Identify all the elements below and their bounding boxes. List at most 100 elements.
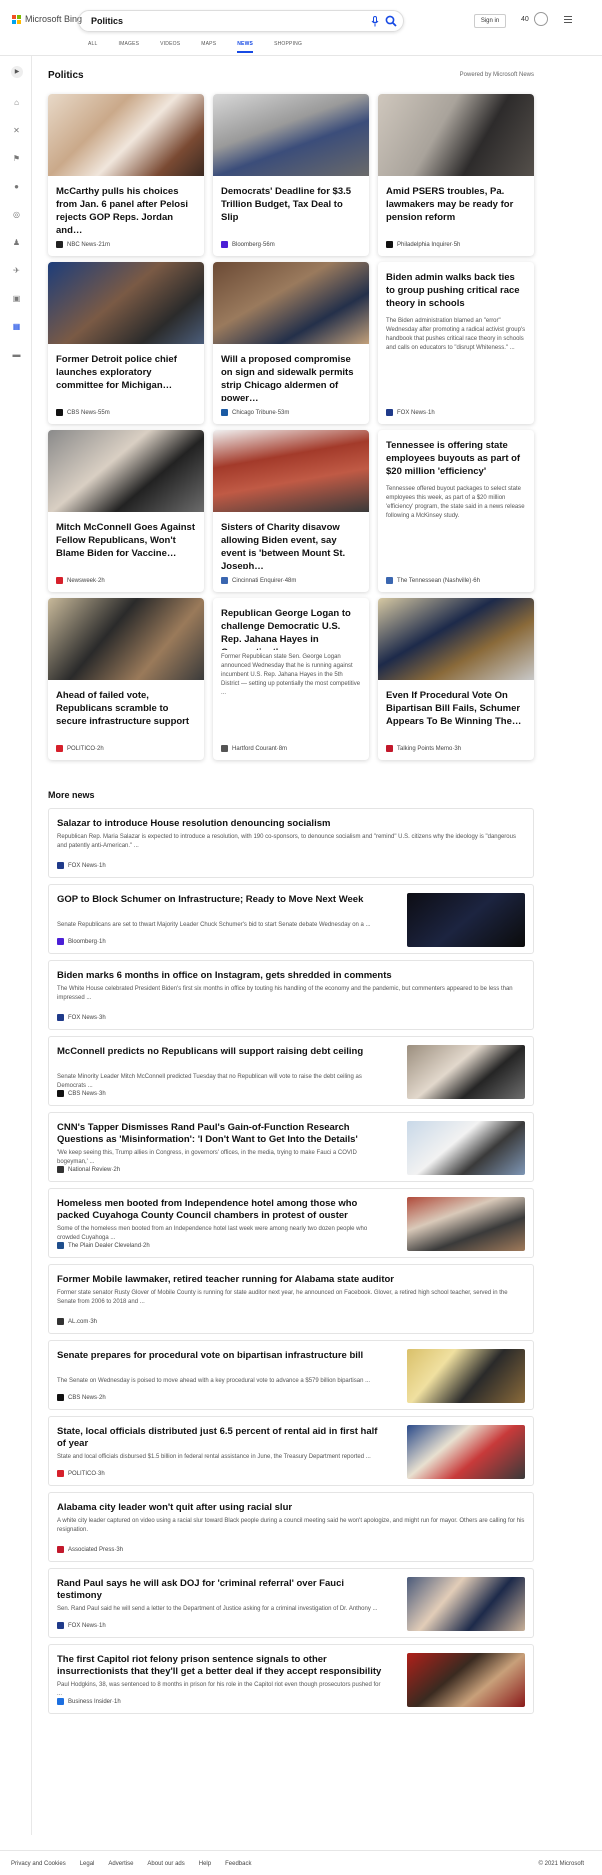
search-icon[interactable] [385,15,397,27]
politics-icon[interactable]: ▦ [12,322,21,331]
search-input[interactable]: Politics [78,10,404,32]
item-title[interactable]: Salazar to introduce House resolution de… [57,818,527,830]
item-source[interactable]: Associated Press · 3h [57,1546,123,1553]
card-source[interactable]: POLITICO · 2h [56,745,104,752]
bing-logo[interactable]: Microsoft Bing [12,14,82,24]
news-card[interactable]: Tennessee is offering state employees bu… [378,430,534,592]
item-thumbnail[interactable] [407,1653,525,1707]
item-thumbnail[interactable] [407,1349,525,1403]
card-source[interactable]: Bloomberg · 56m [221,241,275,248]
news-list-item[interactable]: Former Mobile lawmaker, retired teacher … [48,1264,534,1334]
card-title[interactable]: Tennessee is offering state employees bu… [378,430,534,482]
news-card[interactable]: Mitch McConnell Goes Against Fellow Repu… [48,430,204,592]
tab-all[interactable]: ALL [88,41,98,53]
item-thumbnail[interactable] [407,1197,525,1251]
item-source[interactable]: National Review · 2h [57,1166,120,1173]
item-source[interactable]: FOX News · 1h [57,862,106,869]
tab-shopping[interactable]: SHOPPING [274,41,302,53]
item-title[interactable]: GOP to Block Schumer on Infrastructure; … [57,894,387,906]
item-source[interactable]: The Plain Dealer Cleveland · 2h [57,1242,150,1249]
card-source[interactable]: CBS News · 55m [56,409,110,416]
item-source[interactable]: AL.com · 3h [57,1318,97,1325]
news-list-item[interactable]: CNN's Tapper Dismisses Rand Paul's Gain-… [48,1112,534,1182]
item-source[interactable]: FOX News · 1h [57,1622,106,1629]
news-list-item[interactable]: McConnell predicts no Republicans will s… [48,1036,534,1106]
flag-icon[interactable]: ⚑ [12,154,21,163]
globe-icon[interactable]: ◎ [12,210,21,219]
item-source[interactable]: CBS News · 2h [57,1394,106,1401]
news-list-item[interactable]: Senate prepares for procedural vote on b… [48,1340,534,1410]
item-title[interactable]: McConnell predicts no Republicans will s… [57,1046,387,1058]
tab-news[interactable]: NEWS [237,41,254,53]
card-title[interactable]: Amid PSERS troubles, Pa. lawmakers may b… [378,176,534,233]
news-list-item[interactable]: Rand Paul says he will ask DOJ for 'crim… [48,1568,534,1638]
item-thumbnail[interactable] [407,1045,525,1099]
microphone-icon[interactable] [371,16,379,27]
card-title[interactable]: Biden admin walks back ties to group pus… [378,262,534,314]
hamburger-menu-icon[interactable] [564,16,572,23]
item-source[interactable]: FOX News · 3h [57,1014,106,1021]
item-thumbnail[interactable] [407,1577,525,1631]
footer-link-help[interactable]: Help [199,1861,211,1867]
footer-link-advertise[interactable]: Advertise [108,1861,133,1867]
item-thumbnail[interactable] [407,1121,525,1175]
card-image[interactable] [213,430,369,512]
card-source[interactable]: Cincinnati Enquirer · 48m [221,577,296,584]
card-title[interactable]: Even If Procedural Vote On Bipartisan Bi… [378,680,534,737]
item-title[interactable]: CNN's Tapper Dismisses Rand Paul's Gain-… [57,1122,387,1146]
card-source[interactable]: Philadelphia Inquirer · 5h [386,241,460,248]
entertainment-icon[interactable]: ▣ [12,294,21,303]
news-card[interactable]: Will a proposed compromise on sign and s… [213,262,369,424]
news-list-item[interactable]: Salazar to introduce House resolution de… [48,808,534,878]
news-list-item[interactable]: State, local officials distributed just … [48,1416,534,1486]
tab-maps[interactable]: MAPS [201,41,216,53]
card-image[interactable] [378,94,534,176]
card-source[interactable]: Newsweek · 2h [56,577,105,584]
card-source[interactable]: Chicago Tribune · 53m [221,409,289,416]
news-card[interactable]: Biden admin walks back ties to group pus… [378,262,534,424]
rocket-icon[interactable]: ✈ [12,266,21,275]
card-title[interactable]: Republican George Logan to challenge Dem… [213,598,369,650]
item-title[interactable]: Biden marks 6 months in office on Instag… [57,970,527,982]
card-image[interactable] [48,262,204,344]
news-list-item[interactable]: Biden marks 6 months in office on Instag… [48,960,534,1030]
card-source[interactable]: Hartford Courant · 8m [221,745,287,752]
card-title[interactable]: Ahead of failed vote, Republicans scramb… [48,680,204,737]
news-list-item[interactable]: GOP to Block Schumer on Infrastructure; … [48,884,534,954]
card-title[interactable]: Democrats' Deadline for $3.5 Trillion Bu… [213,176,369,233]
news-list-item[interactable]: Homeless men booted from Independence ho… [48,1188,534,1258]
expand-sidebar-icon[interactable]: ▶ [11,66,23,78]
item-source[interactable]: POLITICO · 3h [57,1470,105,1477]
item-title[interactable]: State, local officials distributed just … [57,1426,387,1450]
news-card[interactable]: Ahead of failed vote, Republicans scramb… [48,598,204,760]
footer-link-feedback[interactable]: Feedback [225,1861,251,1867]
card-title[interactable]: Sisters of Charity disavow allowing Bide… [213,512,369,569]
item-title[interactable]: Rand Paul says he will ask DOJ for 'crim… [57,1578,387,1602]
tools-icon[interactable]: ✕ [12,126,21,135]
sign-in-button[interactable]: Sign in [474,14,506,28]
news-card[interactable]: Sisters of Charity disavow allowing Bide… [213,430,369,592]
item-source[interactable]: CBS News · 3h [57,1090,106,1097]
tab-videos[interactable]: VIDEOS [160,41,180,53]
item-title[interactable]: Former Mobile lawmaker, retired teacher … [57,1274,527,1286]
powered-by-label[interactable]: Powered by Microsoft News [460,72,534,78]
card-title[interactable]: Former Detroit police chief launches exp… [48,344,204,401]
card-source[interactable]: NBC News · 21m [56,241,110,248]
card-image[interactable] [48,94,204,176]
people-icon[interactable]: ♟ [12,238,21,247]
news-card[interactable]: McCarthy pulls his choices from Jan. 6 p… [48,94,204,256]
item-source[interactable]: Bloomberg · 1h [57,938,106,945]
card-source[interactable]: The Tennessean (Nashville) · 6h [386,577,480,584]
rewards-trophy-icon[interactable] [534,12,548,26]
news-list-item[interactable]: The first Capitol riot felony prison sen… [48,1644,534,1714]
card-source[interactable]: FOX News · 1h [386,409,435,416]
news-card[interactable]: Amid PSERS troubles, Pa. lawmakers may b… [378,94,534,256]
location-pin-icon[interactable]: ● [12,182,21,191]
news-card[interactable]: Democrats' Deadline for $3.5 Trillion Bu… [213,94,369,256]
item-title[interactable]: Homeless men booted from Independence ho… [57,1198,387,1222]
footer-link-about-our-ads[interactable]: About our ads [147,1861,184,1867]
card-image[interactable] [213,94,369,176]
rewards-points[interactable]: 40 [521,16,529,23]
card-image[interactable] [213,262,369,344]
card-source[interactable]: Talking Points Memo · 3h [386,745,461,752]
